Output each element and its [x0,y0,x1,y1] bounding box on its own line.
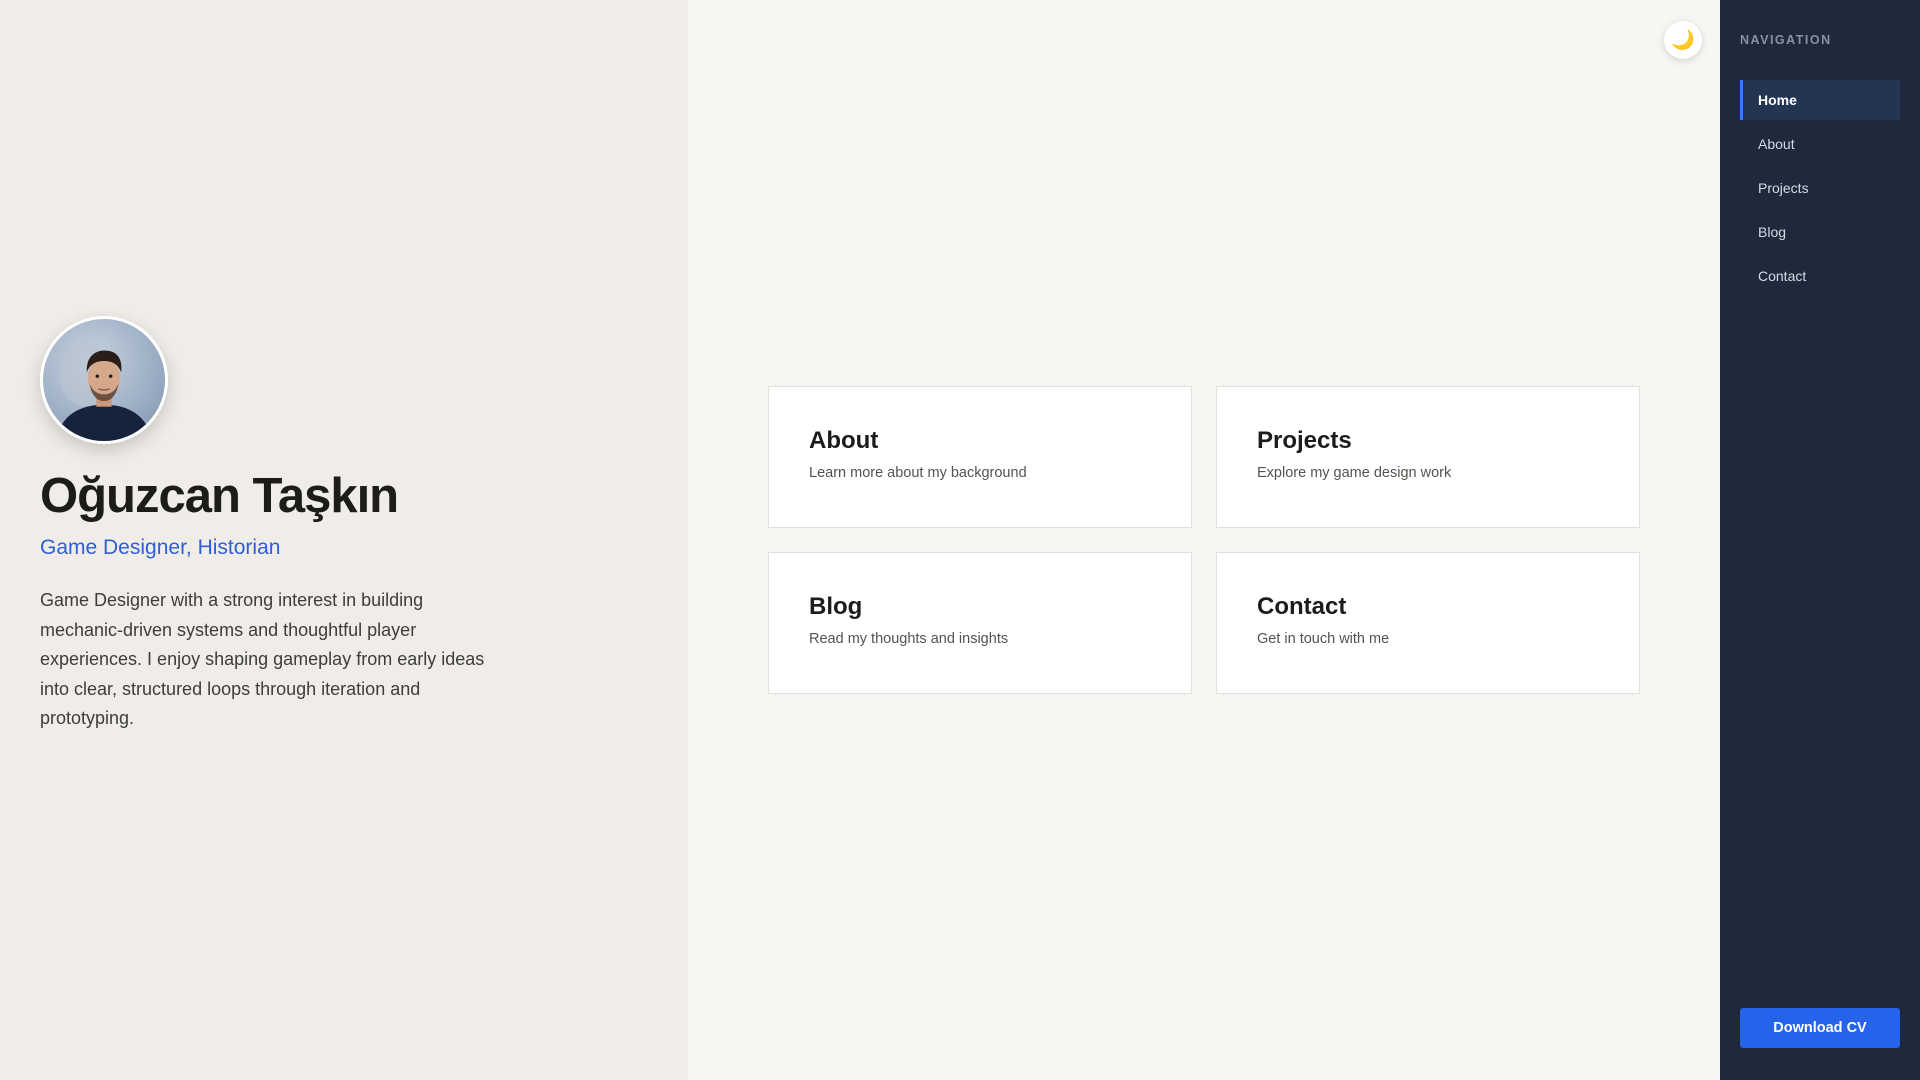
card-grid: About Learn more about my background Pro… [768,386,1640,694]
page: Oğuzcan Taşkın Game Designer, Historian … [0,0,1920,1080]
nav-item-home[interactable]: Home [1740,80,1900,120]
card-about[interactable]: About Learn more about my background [768,386,1192,528]
navigation-sidebar: NAVIGATION Home About Projects Blog Cont… [1720,0,1920,1080]
nav-heading: NAVIGATION [1740,33,1832,47]
avatar [40,316,168,444]
moon-icon: 🌙 [1671,30,1695,51]
card-description: Learn more about my background [809,465,1027,481]
download-cv-button[interactable]: Download CV [1740,1008,1900,1048]
profile-panel: Oğuzcan Taşkın Game Designer, Historian … [0,0,688,1080]
profile-name: Oğuzcan Taşkın [40,469,399,523]
nav-item-about[interactable]: About [1740,124,1900,164]
card-contact[interactable]: Contact Get in touch with me [1216,552,1640,694]
nav-item-blog[interactable]: Blog [1740,212,1900,252]
theme-toggle-button[interactable]: 🌙 [1664,21,1702,59]
card-title: About [809,427,879,454]
profile-photo [56,341,152,441]
card-description: Explore my game design work [1257,465,1452,481]
nav-item-contact[interactable]: Contact [1740,256,1900,296]
card-projects[interactable]: Projects Explore my game design work [1216,386,1640,528]
card-blog[interactable]: Blog Read my thoughts and insights [768,552,1192,694]
profile-bio: Game Designer with a strong interest in … [40,590,485,728]
card-title: Contact [1257,593,1347,620]
main-area: About Learn more about my background Pro… [688,0,1720,1080]
nav-list: Home About Projects Blog Contact [1740,80,1900,300]
card-title: Blog [809,593,863,620]
nav-item-projects[interactable]: Projects [1740,168,1900,208]
profile-role: Game Designer, Historian [40,536,281,559]
card-description: Get in touch with me [1257,631,1390,647]
card-title: Projects [1257,427,1352,454]
card-description: Read my thoughts and insights [809,631,1009,647]
